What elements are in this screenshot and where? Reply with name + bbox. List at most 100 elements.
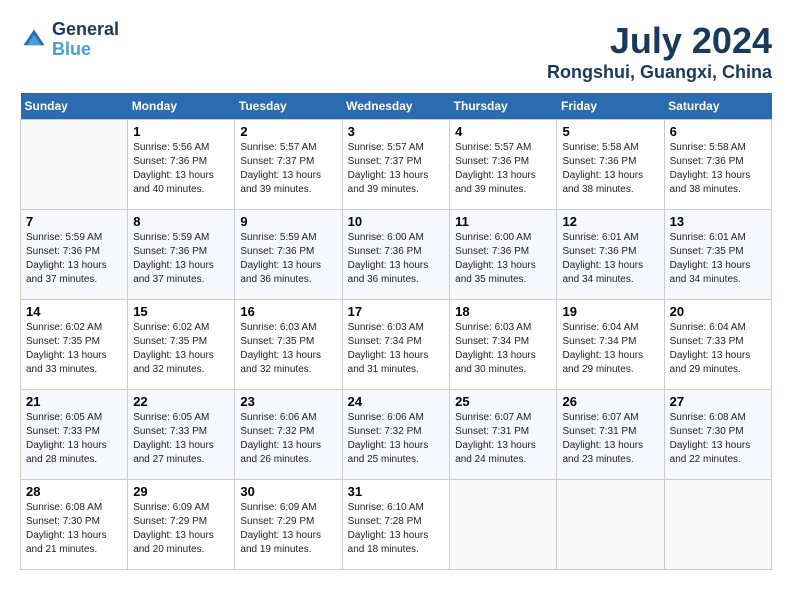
cell-info: Sunrise: 6:00 AMSunset: 7:36 PMDaylight:…	[348, 231, 445, 287]
cell-info: Sunrise: 6:07 AMSunset: 7:31 PMDaylight:…	[562, 411, 658, 467]
day-number: 25	[455, 394, 551, 409]
cell-info: Sunrise: 6:06 AMSunset: 7:32 PMDaylight:…	[348, 411, 445, 467]
day-number: 12	[562, 214, 658, 229]
calendar-week-row: 21 Sunrise: 6:05 AMSunset: 7:33 PMDayligh…	[21, 390, 772, 480]
cell-info: Sunrise: 6:04 AMSunset: 7:34 PMDaylight:…	[562, 321, 658, 377]
day-number: 18	[455, 304, 551, 319]
month-title: July 2024	[547, 20, 772, 62]
calendar-week-row: 7 Sunrise: 5:59 AMSunset: 7:36 PMDaylight…	[21, 210, 772, 300]
calendar-cell: 30 Sunrise: 6:09 AMSunset: 7:29 PMDayligh…	[235, 480, 342, 570]
cell-info: Sunrise: 6:03 AMSunset: 7:34 PMDaylight:…	[455, 321, 551, 377]
weekday-header-row: SundayMondayTuesdayWednesdayThursdayFrid…	[21, 93, 772, 120]
day-number: 15	[133, 304, 229, 319]
cell-info: Sunrise: 6:01 AMSunset: 7:35 PMDaylight:…	[670, 231, 766, 287]
calendar-cell: 22 Sunrise: 6:05 AMSunset: 7:33 PMDayligh…	[128, 390, 235, 480]
day-number: 28	[26, 484, 122, 499]
calendar-cell: 9Sunrise: 5:59 AMSunset: 7:36 PMDaylight…	[235, 210, 342, 300]
calendar-cell: 10 Sunrise: 6:00 AMSunset: 7:36 PMDayligh…	[342, 210, 450, 300]
calendar-cell: 13 Sunrise: 6:01 AMSunset: 7:35 PMDayligh…	[664, 210, 771, 300]
day-number: 30	[240, 484, 336, 499]
calendar-cell: 25 Sunrise: 6:07 AMSunset: 7:31 PMDayligh…	[450, 390, 557, 480]
cell-info: Sunrise: 6:08 AMSunset: 7:30 PMDaylight:…	[26, 501, 122, 557]
day-number: 11	[455, 214, 551, 229]
calendar-week-row: 1 Sunrise: 5:56 AMSunset: 7:36 PMDaylight…	[21, 120, 772, 210]
calendar-cell: 11 Sunrise: 6:00 AMSunset: 7:36 PMDayligh…	[450, 210, 557, 300]
day-number: 1	[133, 124, 229, 139]
calendar-cell: 7 Sunrise: 5:59 AMSunset: 7:36 PMDaylight…	[21, 210, 128, 300]
day-number: 29	[133, 484, 229, 499]
cell-info: Sunrise: 6:03 AMSunset: 7:35 PMDaylight:…	[240, 321, 336, 377]
day-number: 13	[670, 214, 766, 229]
cell-info: Sunrise: 6:07 AMSunset: 7:31 PMDaylight:…	[455, 411, 551, 467]
calendar-cell: 4Sunrise: 5:57 AMSunset: 7:36 PMDaylight…	[450, 120, 557, 210]
day-number: 23	[240, 394, 336, 409]
cell-info: Sunrise: 5:58 AMSunset: 7:36 PMDaylight:…	[670, 141, 766, 197]
logo-icon	[20, 26, 48, 54]
calendar-cell: 26 Sunrise: 6:07 AMSunset: 7:31 PMDayligh…	[557, 390, 664, 480]
calendar-cell	[450, 480, 557, 570]
cell-info: Sunrise: 6:10 AMSunset: 7:28 PMDaylight:…	[348, 501, 445, 557]
cell-info: Sunrise: 5:56 AMSunset: 7:36 PMDaylight:…	[133, 141, 229, 197]
cell-info: Sunrise: 6:05 AMSunset: 7:33 PMDaylight:…	[133, 411, 229, 467]
calendar-cell: 1 Sunrise: 5:56 AMSunset: 7:36 PMDaylight…	[128, 120, 235, 210]
calendar-cell	[664, 480, 771, 570]
day-number: 16	[240, 304, 336, 319]
cell-info: Sunrise: 6:09 AMSunset: 7:29 PMDaylight:…	[133, 501, 229, 557]
calendar-table: SundayMondayTuesdayWednesdayThursdayFrid…	[20, 93, 772, 570]
calendar-cell: 20Sunrise: 6:04 AMSunset: 7:33 PMDayligh…	[664, 300, 771, 390]
day-number: 22	[133, 394, 229, 409]
weekday-header-wednesday: Wednesday	[342, 93, 450, 120]
day-number: 5	[562, 124, 658, 139]
calendar-cell: 6 Sunrise: 5:58 AMSunset: 7:36 PMDaylight…	[664, 120, 771, 210]
calendar-cell	[21, 120, 128, 210]
calendar-cell: 2Sunrise: 5:57 AMSunset: 7:37 PMDaylight…	[235, 120, 342, 210]
calendar-cell: 16 Sunrise: 6:03 AMSunset: 7:35 PMDayligh…	[235, 300, 342, 390]
cell-info: Sunrise: 6:03 AMSunset: 7:34 PMDaylight:…	[348, 321, 445, 377]
calendar-cell: 14 Sunrise: 6:02 AMSunset: 7:35 PMDayligh…	[21, 300, 128, 390]
calendar-cell: 17Sunrise: 6:03 AMSunset: 7:34 PMDayligh…	[342, 300, 450, 390]
cell-info: Sunrise: 5:58 AMSunset: 7:36 PMDaylight:…	[562, 141, 658, 197]
calendar-cell: 21Sunrise: 6:05 AMSunset: 7:33 PMDayligh…	[21, 390, 128, 480]
calendar-cell: 19Sunrise: 6:04 AMSunset: 7:34 PMDayligh…	[557, 300, 664, 390]
logo: General Blue	[20, 20, 119, 60]
day-number: 9	[240, 214, 336, 229]
calendar-cell	[557, 480, 664, 570]
day-number: 21	[26, 394, 122, 409]
calendar-week-row: 28 Sunrise: 6:08 AMSunset: 7:30 PMDayligh…	[21, 480, 772, 570]
calendar-cell: 27 Sunrise: 6:08 AMSunset: 7:30 PMDayligh…	[664, 390, 771, 480]
weekday-header-sunday: Sunday	[21, 93, 128, 120]
calendar-cell: 5 Sunrise: 5:58 AMSunset: 7:36 PMDaylight…	[557, 120, 664, 210]
title-section: July 2024 Rongshui, Guangxi, China	[547, 20, 772, 83]
cell-info: Sunrise: 6:02 AMSunset: 7:35 PMDaylight:…	[133, 321, 229, 377]
day-number: 31	[348, 484, 445, 499]
calendar-cell: 15 Sunrise: 6:02 AMSunset: 7:35 PMDayligh…	[128, 300, 235, 390]
calendar-cell: 23Sunrise: 6:06 AMSunset: 7:32 PMDayligh…	[235, 390, 342, 480]
day-number: 14	[26, 304, 122, 319]
calendar-cell: 29 Sunrise: 6:09 AMSunset: 7:29 PMDayligh…	[128, 480, 235, 570]
day-number: 27	[670, 394, 766, 409]
cell-info: Sunrise: 6:02 AMSunset: 7:35 PMDaylight:…	[26, 321, 122, 377]
cell-info: Sunrise: 5:57 AMSunset: 7:37 PMDaylight:…	[240, 141, 336, 197]
weekday-header-thursday: Thursday	[450, 93, 557, 120]
cell-info: Sunrise: 6:08 AMSunset: 7:30 PMDaylight:…	[670, 411, 766, 467]
calendar-cell: 3Sunrise: 5:57 AMSunset: 7:37 PMDaylight…	[342, 120, 450, 210]
day-number: 26	[562, 394, 658, 409]
calendar-cell: 18 Sunrise: 6:03 AMSunset: 7:34 PMDayligh…	[450, 300, 557, 390]
cell-info: Sunrise: 6:01 AMSunset: 7:36 PMDaylight:…	[562, 231, 658, 287]
day-number: 7	[26, 214, 122, 229]
cell-info: Sunrise: 6:00 AMSunset: 7:36 PMDaylight:…	[455, 231, 551, 287]
cell-info: Sunrise: 6:09 AMSunset: 7:29 PMDaylight:…	[240, 501, 336, 557]
day-number: 4	[455, 124, 551, 139]
location-title: Rongshui, Guangxi, China	[547, 62, 772, 83]
calendar-cell: 12 Sunrise: 6:01 AMSunset: 7:36 PMDayligh…	[557, 210, 664, 300]
weekday-header-saturday: Saturday	[664, 93, 771, 120]
day-number: 8	[133, 214, 229, 229]
day-number: 6	[670, 124, 766, 139]
day-number: 10	[348, 214, 445, 229]
calendar-cell: 31 Sunrise: 6:10 AMSunset: 7:28 PMDayligh…	[342, 480, 450, 570]
cell-info: Sunrise: 5:59 AMSunset: 7:36 PMDaylight:…	[26, 231, 122, 287]
day-number: 20	[670, 304, 766, 319]
cell-info: Sunrise: 5:57 AMSunset: 7:37 PMDaylight:…	[348, 141, 445, 197]
calendar-cell: 24Sunrise: 6:06 AMSunset: 7:32 PMDayligh…	[342, 390, 450, 480]
page-header: General Blue July 2024 Rongshui, Guangxi…	[20, 20, 772, 83]
